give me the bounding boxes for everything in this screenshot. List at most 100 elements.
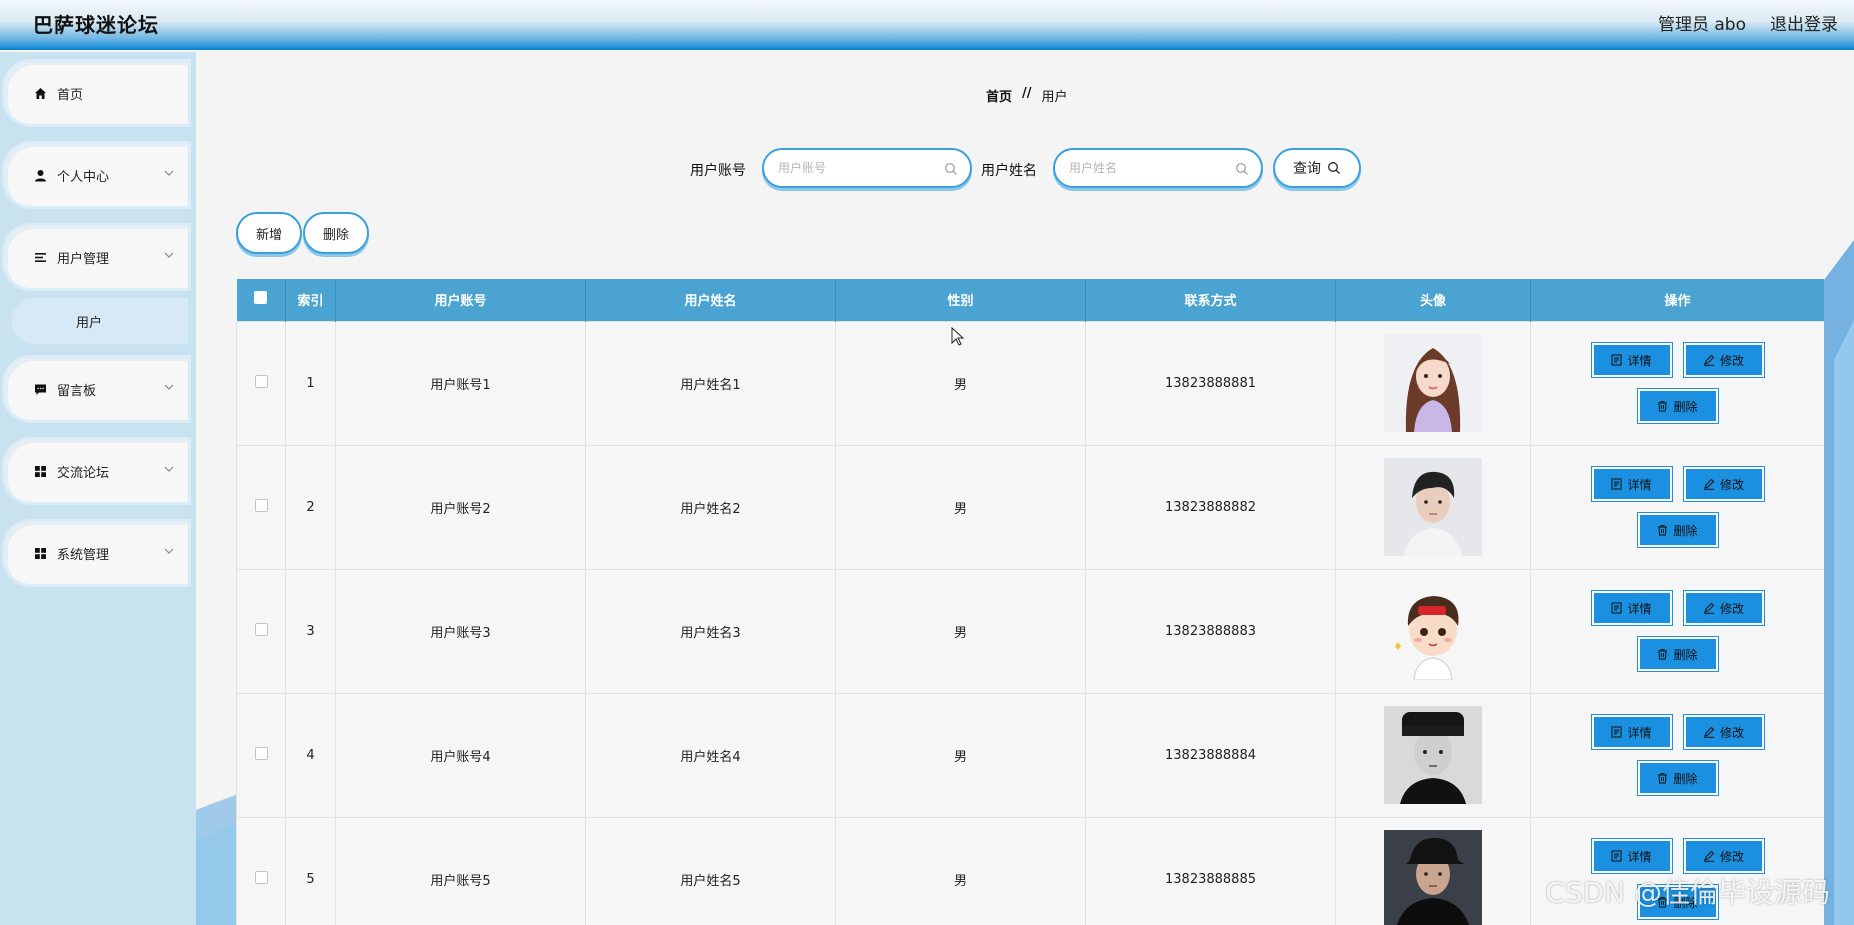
cell-account: 用户账号2 bbox=[335, 444, 586, 570]
edit-icon bbox=[1703, 478, 1715, 490]
cell-index: 2 bbox=[285, 444, 336, 570]
cell-avatar bbox=[1335, 692, 1531, 818]
column-header-name: 用户姓名 bbox=[585, 279, 836, 321]
cell-index: 4 bbox=[285, 692, 336, 818]
query-button[interactable]: 查询 bbox=[1273, 148, 1361, 188]
edit-button[interactable]: 修改 bbox=[1682, 714, 1765, 750]
detail-button[interactable]: 详情 bbox=[1590, 714, 1673, 750]
trash-icon bbox=[1658, 401, 1668, 412]
chevron-down-icon bbox=[164, 466, 174, 472]
avatar[interactable] bbox=[1384, 582, 1482, 680]
delete-button[interactable]: 删除 bbox=[1636, 636, 1719, 672]
delete-button[interactable]: 删除 bbox=[1636, 512, 1719, 548]
delete-button[interactable]: 删除 bbox=[1636, 388, 1719, 424]
column-header-phone: 联系方式 bbox=[1085, 279, 1336, 321]
detail-button[interactable]: 详情 bbox=[1590, 342, 1673, 378]
cell-name: 用户姓名4 bbox=[585, 692, 836, 818]
cell-gender: 男 bbox=[835, 444, 1086, 570]
select-all-cell bbox=[236, 279, 286, 321]
sidebar-item-label: 交流论坛 bbox=[57, 465, 110, 481]
mouse-cursor-icon bbox=[951, 327, 965, 346]
cell-phone: 13823888885 bbox=[1085, 816, 1336, 925]
cell-account: 用户账号3 bbox=[335, 568, 586, 694]
delete-button[interactable]: 删除 bbox=[1636, 760, 1719, 796]
sidebar-item-home[interactable]: 首页 bbox=[5, 62, 188, 124]
cell-name: 用户姓名5 bbox=[585, 816, 836, 925]
document-icon bbox=[1611, 726, 1622, 738]
name-search-field[interactable] bbox=[1053, 148, 1263, 188]
edit-button[interactable]: 修改 bbox=[1682, 342, 1765, 378]
detail-button-label: 详情 bbox=[1627, 849, 1652, 864]
cell-name: 用户姓名2 bbox=[585, 444, 836, 570]
row-select-cell bbox=[236, 692, 286, 818]
cell-phone: 13823888882 bbox=[1085, 444, 1336, 570]
add-button[interactable]: 新增 bbox=[236, 212, 302, 254]
sidebar: 首页 个人中心 用户管理 用户 留言板 交流论坛 系统管理 bbox=[0, 52, 196, 925]
sidebar-item-user-management[interactable]: 用户管理 bbox=[5, 226, 188, 288]
grid-icon bbox=[33, 464, 47, 478]
select-all-checkbox[interactable] bbox=[254, 291, 268, 305]
account-search-input[interactable] bbox=[778, 161, 934, 175]
sidebar-item-label: 用户管理 bbox=[57, 251, 110, 267]
column-header-index: 索引 bbox=[285, 279, 336, 321]
edit-button-label: 修改 bbox=[1719, 849, 1744, 864]
cell-account: 用户账号1 bbox=[335, 320, 586, 446]
sidebar-item-personal-center[interactable]: 个人中心 bbox=[5, 144, 188, 206]
sidebar-item-label: 系统管理 bbox=[57, 547, 110, 563]
submenu-item-user[interactable]: 用户 bbox=[12, 298, 188, 344]
edit-button[interactable]: 修改 bbox=[1682, 838, 1765, 874]
search-icon bbox=[1236, 163, 1248, 175]
edit-button-label: 修改 bbox=[1719, 725, 1744, 740]
detail-button[interactable]: 详情 bbox=[1590, 466, 1673, 502]
user-icon bbox=[33, 168, 47, 182]
watermark: CSDN @佳倫毕设源码 bbox=[1545, 876, 1830, 909]
admin-user-label[interactable]: 管理员 abo bbox=[1658, 10, 1746, 35]
sidebar-item-forum[interactable]: 交流论坛 bbox=[5, 440, 188, 502]
top-bar: 巴萨球迷论坛 管理员 abo 退出登录 bbox=[0, 0, 1854, 50]
logout-link[interactable]: 退出登录 bbox=[1770, 10, 1838, 35]
name-search-label: 用户姓名 bbox=[981, 163, 1037, 179]
avatar[interactable] bbox=[1384, 706, 1482, 804]
batch-delete-button[interactable]: 删除 bbox=[303, 212, 369, 254]
delete-button-label: 删除 bbox=[1673, 771, 1698, 786]
detail-button[interactable]: 详情 bbox=[1590, 590, 1673, 626]
delete-button-label: 删除 bbox=[1673, 523, 1698, 538]
sidebar-item-label: 留言板 bbox=[57, 383, 97, 399]
column-header-account: 用户账号 bbox=[335, 279, 586, 321]
detail-button-label: 详情 bbox=[1627, 477, 1652, 492]
row-checkbox[interactable] bbox=[254, 498, 268, 512]
cell-gender: 男 bbox=[835, 692, 1086, 818]
cell-avatar bbox=[1335, 320, 1531, 446]
account-search-label: 用户账号 bbox=[690, 163, 746, 179]
breadcrumb-current: 用户 bbox=[1041, 90, 1068, 105]
table-header-row: 索引 用户账号 用户姓名 性别 联系方式 头像 操作 bbox=[236, 279, 1824, 321]
edit-icon bbox=[1703, 726, 1715, 738]
edit-button-label: 修改 bbox=[1719, 353, 1744, 368]
account-search-field[interactable] bbox=[762, 148, 972, 188]
row-checkbox[interactable] bbox=[254, 746, 268, 760]
message-icon bbox=[33, 382, 47, 396]
cell-phone: 13823888883 bbox=[1085, 568, 1336, 694]
row-checkbox[interactable] bbox=[254, 622, 268, 636]
breadcrumb-home[interactable]: 首页 bbox=[986, 86, 1012, 105]
cell-name: 用户姓名3 bbox=[585, 568, 836, 694]
table-row: 3 用户账号3 用户姓名3 男 13823888883 详情 修改 删除 bbox=[236, 568, 1824, 694]
avatar[interactable] bbox=[1384, 458, 1482, 556]
edit-icon bbox=[1703, 850, 1715, 862]
row-checkbox[interactable] bbox=[254, 870, 268, 884]
row-select-cell bbox=[236, 816, 286, 925]
avatar[interactable] bbox=[1384, 334, 1482, 432]
home-icon bbox=[33, 86, 47, 100]
row-select-cell bbox=[236, 444, 286, 570]
name-search-input[interactable] bbox=[1069, 161, 1225, 175]
row-checkbox[interactable] bbox=[254, 374, 268, 388]
avatar[interactable] bbox=[1384, 830, 1482, 925]
sidebar-item-system-management[interactable]: 系统管理 bbox=[5, 522, 188, 584]
detail-button[interactable]: 详情 bbox=[1590, 838, 1673, 874]
edit-button[interactable]: 修改 bbox=[1682, 590, 1765, 626]
list-icon bbox=[33, 250, 47, 264]
sidebar-item-message-board[interactable]: 留言板 bbox=[5, 358, 188, 420]
trash-icon bbox=[1658, 525, 1668, 536]
edit-button[interactable]: 修改 bbox=[1682, 466, 1765, 502]
app-title: 巴萨球迷论坛 bbox=[33, 13, 159, 37]
